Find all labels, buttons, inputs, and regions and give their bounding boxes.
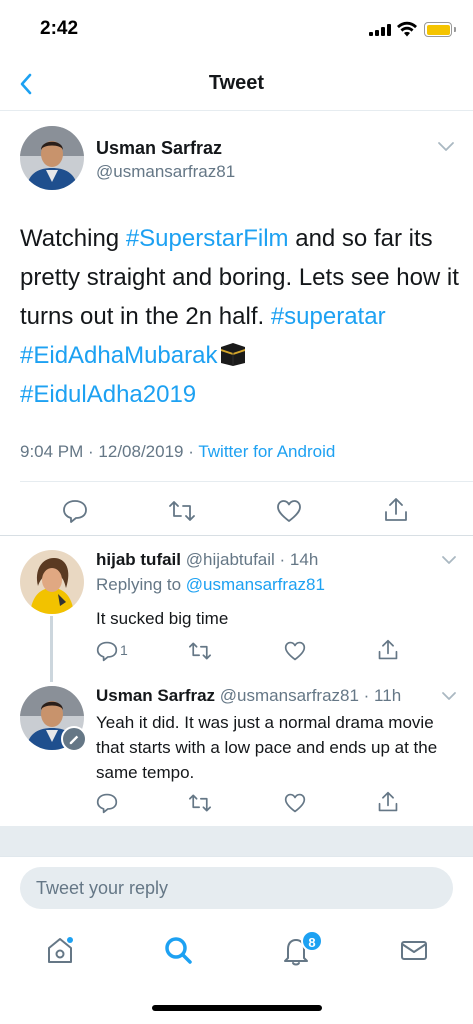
- tweet-action-bar: [0, 492, 473, 532]
- like-heart-icon[interactable]: [284, 640, 306, 662]
- messages-icon[interactable]: [396, 932, 432, 968]
- replying-to-prefix: Replying to: [96, 575, 186, 594]
- tweet-text: Watching #SuperstarFilm and so far its p…: [20, 219, 460, 414]
- edit-pencil-icon: [61, 726, 87, 752]
- reply-icon[interactable]: [62, 498, 88, 524]
- reply-author-handle[interactable]: @usmansarfraz81 · 11h: [220, 686, 401, 705]
- hashtag-link[interactable]: #SuperstarFilm: [126, 225, 289, 252]
- reply-author-line: Usman Sarfraz @usmansarfraz81 · 11h: [96, 686, 401, 706]
- replying-to-handle-link[interactable]: @usmansarfraz81: [186, 575, 325, 594]
- cellular-signal-icon: [369, 24, 391, 36]
- hashtag-link[interactable]: #EidulAdha2019: [20, 381, 196, 408]
- top-nav-bar: Tweet: [0, 56, 473, 111]
- share-icon[interactable]: [383, 496, 409, 524]
- reply-author-avatar[interactable]: [20, 550, 84, 614]
- section-spacer: [0, 826, 473, 856]
- author-avatar[interactable]: [20, 126, 84, 190]
- reply-author-name[interactable]: Usman Sarfraz: [96, 686, 215, 705]
- search-icon[interactable]: [160, 932, 196, 968]
- chevron-down-icon[interactable]: [440, 554, 458, 566]
- wifi-icon: [397, 21, 417, 37]
- author-name[interactable]: Usman Sarfraz: [96, 138, 222, 159]
- notification-badge: 8: [301, 930, 323, 952]
- retweet-icon[interactable]: [188, 792, 212, 814]
- status-time: 2:42: [40, 18, 79, 39]
- kaaba-icon: [221, 343, 246, 366]
- page-title: Tweet: [208, 72, 265, 94]
- hashtag-link[interactable]: #EidAdhaMubarak: [20, 342, 217, 369]
- home-icon[interactable]: [42, 932, 78, 968]
- chevron-down-icon[interactable]: [436, 140, 456, 154]
- reply-author-handle[interactable]: @hijabtufail · 14h: [186, 550, 319, 569]
- tweet-text-part: Watching: [20, 225, 126, 252]
- hashtag-link[interactable]: #superatar: [271, 303, 386, 330]
- battery-icon: [424, 22, 456, 37]
- reply-icon[interactable]: [96, 792, 118, 814]
- reply-text: It sucked big time: [96, 609, 229, 628]
- status-bar: 2:42: [0, 0, 473, 56]
- chevron-down-icon[interactable]: [440, 690, 458, 702]
- share-icon[interactable]: [377, 790, 399, 814]
- share-icon[interactable]: [377, 638, 399, 662]
- tweet-timestamp: 9:04 PM · 12/08/2019 ·: [20, 442, 199, 461]
- reply-author-line: hijab tufail @hijabtufail · 14h: [96, 550, 318, 570]
- reply-icon[interactable]: [96, 640, 118, 662]
- bottom-tab-bar: [0, 920, 473, 990]
- like-heart-icon[interactable]: [276, 498, 302, 524]
- reply-action-bar: 1: [0, 636, 473, 666]
- reply-count: 1: [120, 642, 128, 658]
- reply-composer: [0, 856, 473, 918]
- author-handle[interactable]: @usmansarfraz81: [96, 162, 235, 182]
- replying-to: Replying to @usmansarfraz81: [96, 575, 325, 595]
- tweet-source-link[interactable]: Twitter for Android: [198, 442, 335, 461]
- divider: [0, 535, 473, 536]
- like-heart-icon[interactable]: [284, 792, 306, 814]
- tweet-meta: 9:04 PM · 12/08/2019 · Twitter for Andro…: [20, 442, 335, 462]
- reply-input[interactable]: [20, 867, 453, 909]
- reply-text: Yeah it did. It was just a normal drama …: [96, 713, 438, 782]
- divider: [20, 481, 473, 482]
- reply-author-name[interactable]: hijab tufail: [96, 550, 181, 569]
- reply-action-bar: [0, 788, 473, 818]
- retweet-icon[interactable]: [168, 498, 196, 524]
- retweet-icon[interactable]: [188, 640, 212, 662]
- home-indicator[interactable]: [152, 1005, 322, 1011]
